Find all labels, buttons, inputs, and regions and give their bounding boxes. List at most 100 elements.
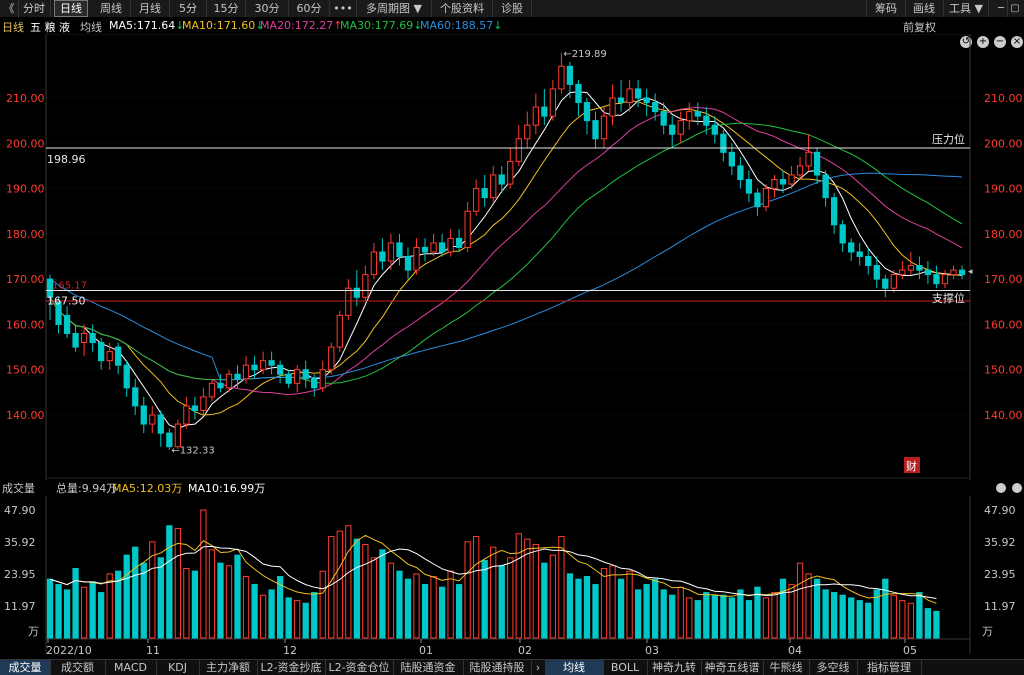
- indicator-tab[interactable]: 陆股通资金: [393, 660, 464, 675]
- stock-info-button[interactable]: 个股资料: [432, 0, 493, 17]
- candle: [507, 160, 514, 185]
- tab-daily[interactable]: 日线: [54, 0, 88, 17]
- volume-y-tick-left: 23.95: [4, 568, 36, 581]
- candle: [703, 115, 710, 126]
- indicator-tab[interactable]: KDJ: [156, 660, 200, 675]
- indicator-tab[interactable]: 成交额: [50, 660, 106, 675]
- adjust-label[interactable]: 前复权: [903, 19, 936, 35]
- candle: [950, 269, 957, 276]
- indicator-tab[interactable]: 成交量: [0, 660, 51, 675]
- tools-dropdown[interactable]: 工具 ▼: [944, 0, 989, 17]
- candle: [720, 133, 727, 153]
- price-y-tick-right: 190.00: [984, 183, 1023, 196]
- volume-bar: [907, 602, 915, 639]
- tab-30min[interactable]: 30分: [246, 0, 289, 17]
- volume-bar: [387, 562, 395, 639]
- volume-bar: [242, 576, 250, 639]
- tab-15min[interactable]: 15分: [207, 0, 246, 17]
- volume-bar: [796, 562, 804, 639]
- volume-add-icon[interactable]: [1012, 483, 1022, 493]
- multi-period-dropdown[interactable]: 多周期图 ▼: [357, 0, 432, 17]
- volume-bar: [106, 573, 113, 639]
- candle: [865, 256, 872, 267]
- indicator-tab[interactable]: 多空线: [809, 660, 858, 675]
- candle: [149, 414, 156, 425]
- volume-bar: [617, 578, 625, 639]
- volume-bar: [575, 578, 582, 639]
- candle: [882, 278, 889, 289]
- candle: [80, 332, 88, 344]
- volume-bar: [63, 589, 71, 639]
- volume-bar: [848, 597, 855, 639]
- maximize-icon[interactable]: ▢: [1008, 0, 1022, 17]
- volume-bar: [200, 509, 207, 639]
- candle: [421, 246, 429, 253]
- more-icon[interactable]: •••: [330, 0, 357, 17]
- volume-close-icon[interactable]: [996, 483, 1006, 493]
- price-y-tick-left: 170.00: [6, 273, 45, 286]
- price-y-tick-left: 210.00: [6, 92, 45, 105]
- volume-bar: [643, 584, 650, 639]
- volume-bar: [251, 584, 258, 639]
- volume-bar: [174, 527, 181, 639]
- x-axis-label: 02: [518, 644, 532, 657]
- volume-bar: [370, 557, 378, 639]
- indicator-tab[interactable]: BOLL: [603, 660, 648, 675]
- candle: [694, 111, 701, 117]
- volume-ma5: MA5:12.03万: [112, 482, 182, 495]
- candle: [191, 405, 199, 411]
- x-axis-label: 2022/10: [46, 644, 92, 657]
- indicator-tab[interactable]: 牛熊线: [763, 660, 810, 675]
- indicator-tab[interactable]: 陆股通持股: [463, 660, 532, 675]
- indicator-tab[interactable]: ›: [531, 660, 546, 675]
- avg-line-label[interactable]: 均线: [80, 19, 102, 35]
- minimize-icon[interactable]: ─: [995, 0, 1008, 17]
- indicator-tab[interactable]: MACD: [105, 660, 157, 675]
- candle: [890, 274, 897, 289]
- resistance-label: 压力位: [932, 132, 965, 146]
- candle: [157, 414, 164, 434]
- indicator-tab[interactable]: 指标管理: [857, 660, 922, 675]
- indicator-tab[interactable]: 主力净额: [199, 660, 258, 675]
- candle: [924, 269, 932, 276]
- indicator-tab[interactable]: 均线: [545, 660, 604, 675]
- candle: [174, 423, 181, 448]
- volume-bar: [225, 565, 233, 639]
- ma30-line: [49, 122, 963, 384]
- tab-intraday[interactable]: 分时: [18, 0, 51, 17]
- indicator-tab[interactable]: L2-资金仓位: [325, 660, 394, 675]
- volume-bar: [839, 594, 846, 639]
- candle: [72, 332, 79, 348]
- diagnose-button[interactable]: 诊股: [493, 0, 532, 17]
- tab-monthly[interactable]: 月线: [131, 0, 170, 17]
- period-label: 日线: [2, 21, 24, 34]
- candle: [464, 210, 471, 248]
- candle: [524, 124, 531, 140]
- x-axis: 2022/10 11 12 01 02 03 04 05: [46, 638, 970, 657]
- draw-button[interactable]: 画线: [905, 0, 944, 17]
- volume-bar: [720, 594, 727, 639]
- candle: [430, 242, 437, 253]
- x-axis-label: 03: [645, 644, 659, 657]
- tab-weekly[interactable]: 周线: [92, 0, 131, 17]
- candle: [728, 151, 736, 167]
- volume-bar: [703, 592, 710, 639]
- back-icon[interactable]: 《: [0, 0, 19, 17]
- candle: [328, 346, 335, 371]
- indicator-tab[interactable]: 神奇五线谱: [701, 660, 764, 675]
- volume-bar: [353, 538, 360, 639]
- candle: [123, 364, 130, 389]
- candle: [592, 120, 599, 140]
- volume-bar: [600, 568, 608, 639]
- tab-60min[interactable]: 60分: [289, 0, 330, 17]
- indicator-tab[interactable]: 神奇九转: [647, 660, 702, 675]
- ma20-line: [49, 106, 963, 396]
- volume-bar: [259, 594, 267, 639]
- volume-bar: [831, 592, 838, 639]
- volume-y-tick-right: 35.92: [984, 536, 1016, 549]
- indicator-tab[interactable]: L2-资金抄底: [257, 660, 326, 675]
- chip-button[interactable]: 筹码: [866, 0, 906, 17]
- tab-5min[interactable]: 5分: [170, 0, 207, 17]
- candle: [848, 242, 855, 253]
- candle: [473, 188, 480, 212]
